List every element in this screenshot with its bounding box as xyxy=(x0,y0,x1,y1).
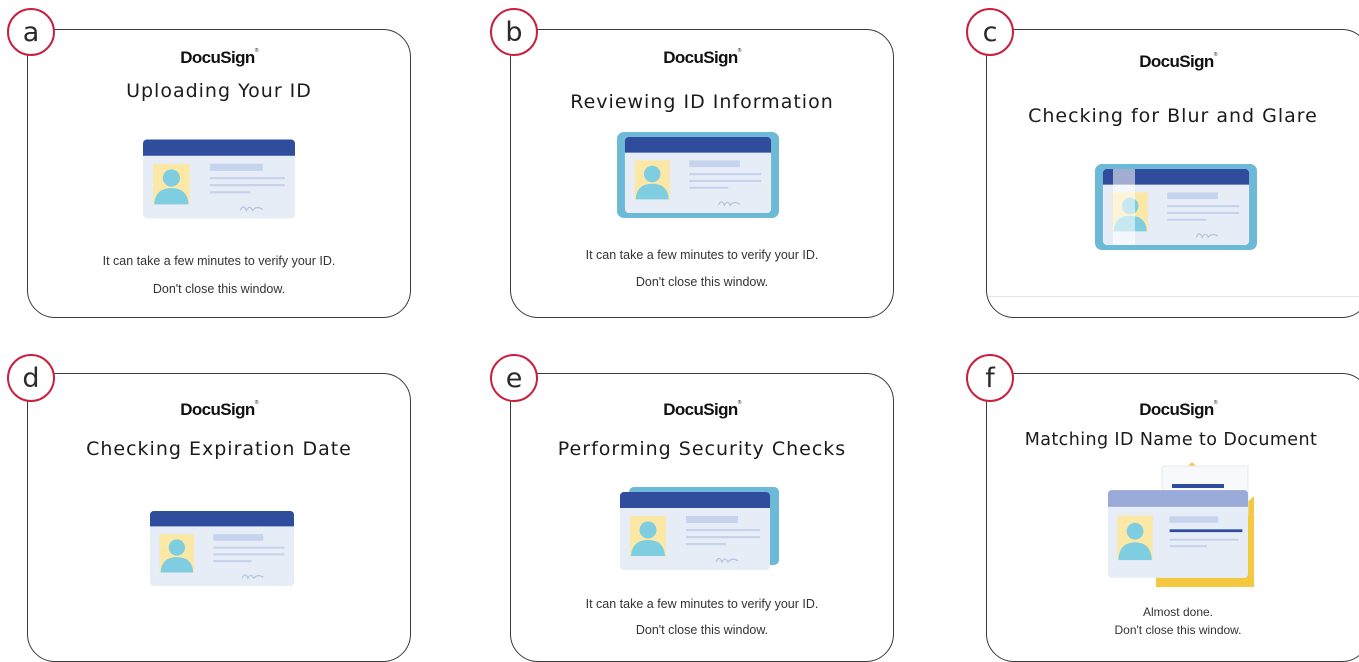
warning-text: Don't close this window. xyxy=(635,275,769,289)
panel-title: Uploading Your ID xyxy=(126,80,312,102)
divider xyxy=(987,296,1359,297)
panel-letter-badge: d xyxy=(7,354,55,402)
verification-panel-expiration: DocuSign Checking Expiration Date xyxy=(27,373,411,662)
panel-title: Reviewing ID Information xyxy=(570,91,834,113)
panel-title: Matching ID Name to Document xyxy=(1024,430,1318,450)
panel-letter-badge: f xyxy=(966,354,1014,402)
glare-overlay xyxy=(1113,169,1135,245)
docusign-logo: DocuSign xyxy=(511,400,893,420)
verification-panel-security: DocuSign Performing Security Checks It c… xyxy=(510,373,894,662)
panel-letter-badge: c xyxy=(966,8,1014,56)
warning-text: Don't close this window. xyxy=(152,282,286,296)
id-card-icon xyxy=(150,511,294,586)
verification-panel-uploading: DocuSign Uploading Your ID It can take a… xyxy=(27,29,411,318)
id-card-icon xyxy=(620,492,770,570)
id-card-icon xyxy=(1108,490,1248,578)
docusign-logo: DocuSign xyxy=(511,48,893,68)
docusign-logo: DocuSign xyxy=(987,400,1359,420)
docusign-logo: DocuSign xyxy=(28,400,410,420)
info-text: It can take a few minutes to verify your… xyxy=(585,597,819,611)
id-card-icon xyxy=(143,139,295,219)
panel-title: Performing Security Checks xyxy=(557,438,847,460)
info-text: Almost done. xyxy=(1142,605,1214,619)
panel-letter-badge: a xyxy=(7,8,55,56)
id-card-icon xyxy=(624,137,772,213)
info-text: It can take a few minutes to verify your… xyxy=(585,248,819,262)
info-text: It can take a few minutes to verify your… xyxy=(102,254,336,268)
warning-text: Don't close this window. xyxy=(1114,623,1242,637)
panel-title: Checking Expiration Date xyxy=(86,438,352,460)
verification-panel-blur-glare: DocuSign Checking for Blur and Glare xyxy=(986,29,1359,318)
panel-letter-badge: e xyxy=(490,354,538,402)
verification-panel-reviewing: DocuSign Reviewing ID Information It can… xyxy=(510,29,894,318)
panel-letter-badge: b xyxy=(490,8,538,56)
docusign-logo: DocuSign xyxy=(28,48,410,68)
verification-panel-matching: DocuSign Matching ID Name to Document Al… xyxy=(986,373,1359,662)
warning-text: Don't close this window. xyxy=(635,623,769,637)
panel-title: Checking for Blur and Glare xyxy=(1028,105,1318,127)
docusign-logo: DocuSign xyxy=(987,52,1359,72)
